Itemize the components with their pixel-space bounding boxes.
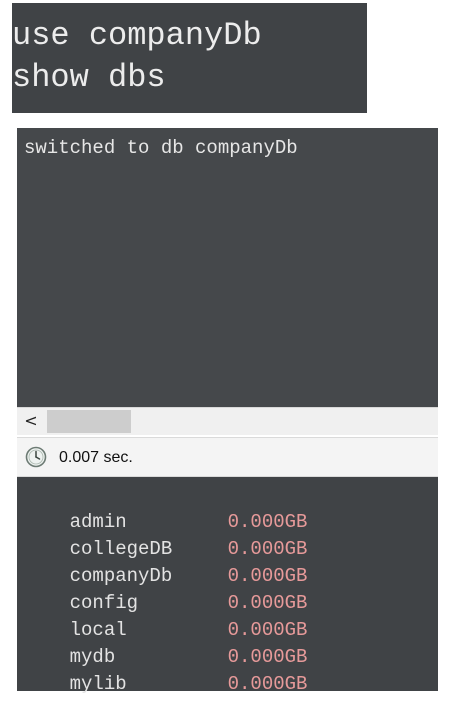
command-editor[interactable]: use companyDb show dbs — [12, 3, 367, 113]
db-name: local — [69, 619, 127, 641]
scroll-left-arrow-icon[interactable]: < — [23, 411, 39, 431]
databases-result-pane: admin 0.000GB collegeDB 0.000GB companyDb 0… — [17, 477, 438, 695]
horizontal-scrollbar[interactable]: < — [17, 407, 438, 435]
db-size: 0.000GB — [227, 592, 308, 614]
output-pane: switched to db companyDb — [17, 128, 438, 407]
list-item: admin 0.000GB — [24, 482, 438, 533]
output-message: switched to db companyDb — [24, 137, 298, 159]
command-line[interactable]: show dbs — [12, 57, 367, 99]
db-name: collegeDB — [69, 538, 173, 560]
db-name: companyDb — [69, 565, 173, 587]
db-size: 0.000GB — [227, 673, 308, 695]
execution-time: 0.007 sec. — [59, 449, 133, 466]
db-name: admin — [69, 511, 127, 533]
db-name: config — [69, 592, 139, 614]
status-bar: 0.007 sec. — [17, 437, 438, 477]
db-size: 0.000GB — [227, 511, 308, 533]
scrollbar-thumb[interactable] — [47, 410, 131, 433]
db-name: mydb — [69, 646, 116, 668]
clock-icon — [25, 446, 47, 468]
db-size: 0.000GB — [227, 565, 308, 587]
db-size: 0.000GB — [227, 538, 308, 560]
command-line[interactable]: use companyDb — [12, 15, 367, 57]
db-name: mylib — [69, 673, 127, 695]
db-size: 0.000GB — [227, 619, 308, 641]
db-size: 0.000GB — [227, 646, 308, 668]
